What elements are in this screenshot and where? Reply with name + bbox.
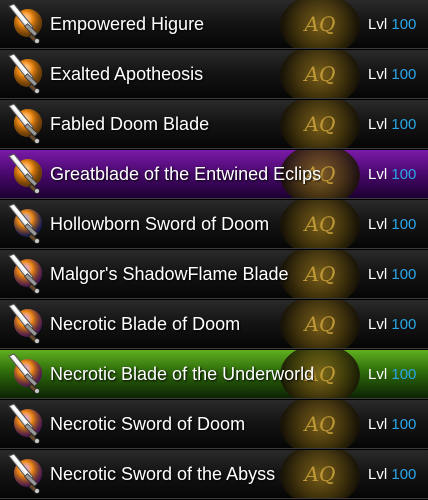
list-item[interactable]: AQ Empowered Higure Lvl 100	[0, 0, 428, 49]
level-value: 100	[391, 16, 417, 33]
item-level: Lvl 100	[368, 466, 416, 483]
level-value: 100	[391, 266, 417, 283]
list-item[interactable]: AQ Necrotic Blade of Doom Lvl 100	[0, 300, 428, 349]
level-label: Lvl	[368, 216, 388, 233]
sword-icon	[4, 53, 42, 95]
item-name: Empowered Higure	[50, 14, 205, 34]
sword-icon	[4, 103, 42, 145]
list-item[interactable]: AQ Hollowborn Sword of Doom Lvl 100	[0, 200, 428, 249]
level-value: 100	[391, 366, 417, 383]
list-item[interactable]: AQ Necrotic Sword of the Abyss Lvl 100	[0, 450, 428, 499]
item-level: Lvl 100	[368, 66, 416, 83]
item-name: Hollowborn Sword of Doom	[50, 214, 270, 234]
sword-icon	[4, 203, 42, 245]
level-label: Lvl	[368, 316, 388, 333]
level-value: 100	[391, 116, 417, 133]
sword-icon	[4, 303, 42, 345]
level-label: Lvl	[368, 116, 388, 133]
level-value: 100	[391, 216, 417, 233]
item-name: Necrotic Sword of the Abyss	[50, 464, 276, 484]
list-item[interactable]: AQ Fabled Doom Blade Lvl 100	[0, 100, 428, 149]
level-label: Lvl	[368, 16, 388, 33]
list-item[interactable]: AQ Necrotic Blade of the Underworld Lvl 10…	[0, 350, 428, 399]
item-level: Lvl 100	[368, 216, 416, 233]
sword-icon	[4, 153, 42, 195]
list-item[interactable]: AQ Greatblade of the Entwined Eclips Lvl 1…	[0, 150, 428, 199]
level-label: Lvl	[368, 66, 388, 83]
item-level: Lvl 100	[368, 116, 416, 133]
item-name: Exalted Apotheosis	[50, 64, 204, 84]
list-item[interactable]: AQ Malgor's ShadowFlame Blade Lvl 100	[0, 250, 428, 299]
item-name: Greatblade of the Entwined Eclips	[50, 164, 322, 184]
item-name: Malgor's ShadowFlame Blade	[50, 264, 289, 284]
level-value: 100	[391, 466, 417, 483]
item-name: Fabled Doom Blade	[50, 114, 210, 134]
item-name: Necrotic Blade of Doom	[50, 314, 241, 334]
level-value: 100	[391, 316, 417, 333]
item-level: Lvl 100	[368, 366, 416, 383]
level-label: Lvl	[368, 416, 388, 433]
sword-icon	[4, 253, 42, 295]
level-value: 100	[391, 66, 417, 83]
item-level: Lvl 100	[368, 16, 416, 33]
sword-icon	[4, 453, 42, 495]
item-level: Lvl 100	[368, 166, 416, 183]
list-item[interactable]: AQ Necrotic Sword of Doom Lvl 100	[0, 400, 428, 449]
item-level: Lvl 100	[368, 316, 416, 333]
item-list: AQ Empowered Higure Lvl 100 AQ Exalted Apoth…	[0, 0, 428, 500]
item-name: Necrotic Sword of Doom	[50, 414, 246, 434]
level-value: 100	[391, 166, 417, 183]
item-level: Lvl 100	[368, 416, 416, 433]
level-label: Lvl	[368, 166, 388, 183]
level-value: 100	[391, 416, 417, 433]
list-item[interactable]: AQ Exalted Apotheosis Lvl 100	[0, 50, 428, 99]
item-name: Necrotic Blade of the Underworld	[50, 364, 315, 384]
level-label: Lvl	[368, 466, 388, 483]
item-level: Lvl 100	[368, 266, 416, 283]
level-label: Lvl	[368, 266, 388, 283]
sword-icon	[4, 3, 42, 45]
level-label: Lvl	[368, 366, 388, 383]
sword-icon	[4, 403, 42, 445]
sword-icon	[4, 353, 42, 395]
